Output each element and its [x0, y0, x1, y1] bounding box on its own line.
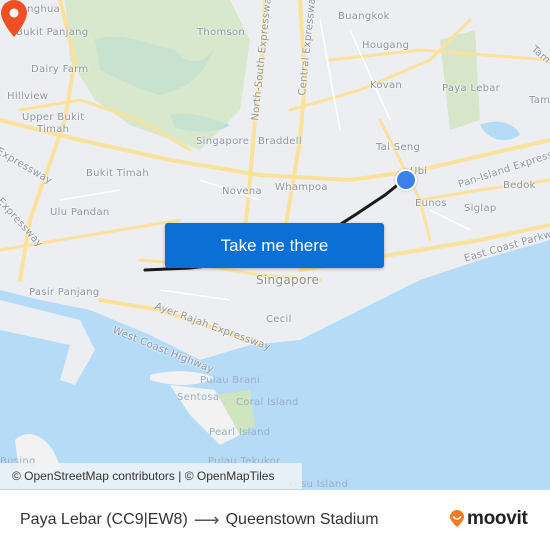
map[interactable]: henghua Bukit Panjang Dairy Farm Hillvie… [0, 0, 550, 490]
map-label: Coral Island [236, 397, 299, 408]
map-label: Thomson [197, 27, 246, 38]
map-label: Siglap [464, 203, 497, 214]
moovit-wordmark: moovit [467, 508, 528, 529]
map-label: Novena [222, 186, 262, 197]
map-label: Hillview [7, 91, 49, 102]
map-label: Cecil [266, 314, 292, 325]
road-pie [0, 118, 550, 183]
destination-pin-icon[interactable] [0, 0, 28, 38]
map-label: Singapore [256, 273, 320, 287]
route-summary: Paya Lebar (CC9|EW8) ⟶ Queenstown Stadiu… [20, 490, 379, 550]
map-attribution[interactable]: © OpenStreetMap contributors | © OpenMap… [0, 463, 302, 489]
origin-name: Paya Lebar (CC9|EW8) [20, 511, 188, 528]
map-label: Eunos [415, 198, 447, 209]
map-label: Pulau Brani [200, 375, 261, 386]
moovit-pin-icon [450, 510, 464, 527]
map-label: Singapore [196, 136, 250, 147]
street [159, 289, 231, 301]
map-label: Braddell [258, 136, 302, 147]
take-me-there-button[interactable]: Take me there [165, 223, 384, 268]
map-label: Bukit Timah [86, 168, 149, 179]
map-label: Hougang [362, 40, 410, 51]
arrow-right-icon: ⟶ [193, 509, 220, 530]
destination-name: Queenstown Stadium [225, 511, 379, 528]
central-catchment [65, 0, 250, 150]
street [319, 19, 341, 131]
map-label: Tai Seng [376, 142, 421, 153]
map-label: Whampoa [275, 182, 328, 193]
map-label: Buangkok [338, 11, 390, 22]
map-label: Kovan [370, 80, 403, 91]
map-label: Sentosa [177, 392, 220, 403]
map-label: Ulu Pandan [50, 207, 110, 218]
map-label: Pearl Island [209, 427, 271, 438]
attribution-text[interactable]: © OpenStreetMap contributors | © OpenMap… [12, 469, 274, 483]
map-label: Pasir Panjang [29, 287, 100, 298]
lake-east [480, 121, 520, 141]
map-label: Paya Lebar [442, 83, 501, 94]
moovit-logo[interactable]: moovit [449, 508, 528, 530]
map-label: Timah [37, 124, 70, 135]
map-label: Bedok [503, 180, 536, 191]
map-label: Dairy Farm [31, 64, 89, 75]
map-label: Upper Bukit [22, 112, 85, 123]
street [59, 189, 121, 201]
map-label: Tam [529, 95, 550, 106]
road-cte [278, 0, 308, 262]
origin-marker[interactable] [395, 169, 417, 191]
